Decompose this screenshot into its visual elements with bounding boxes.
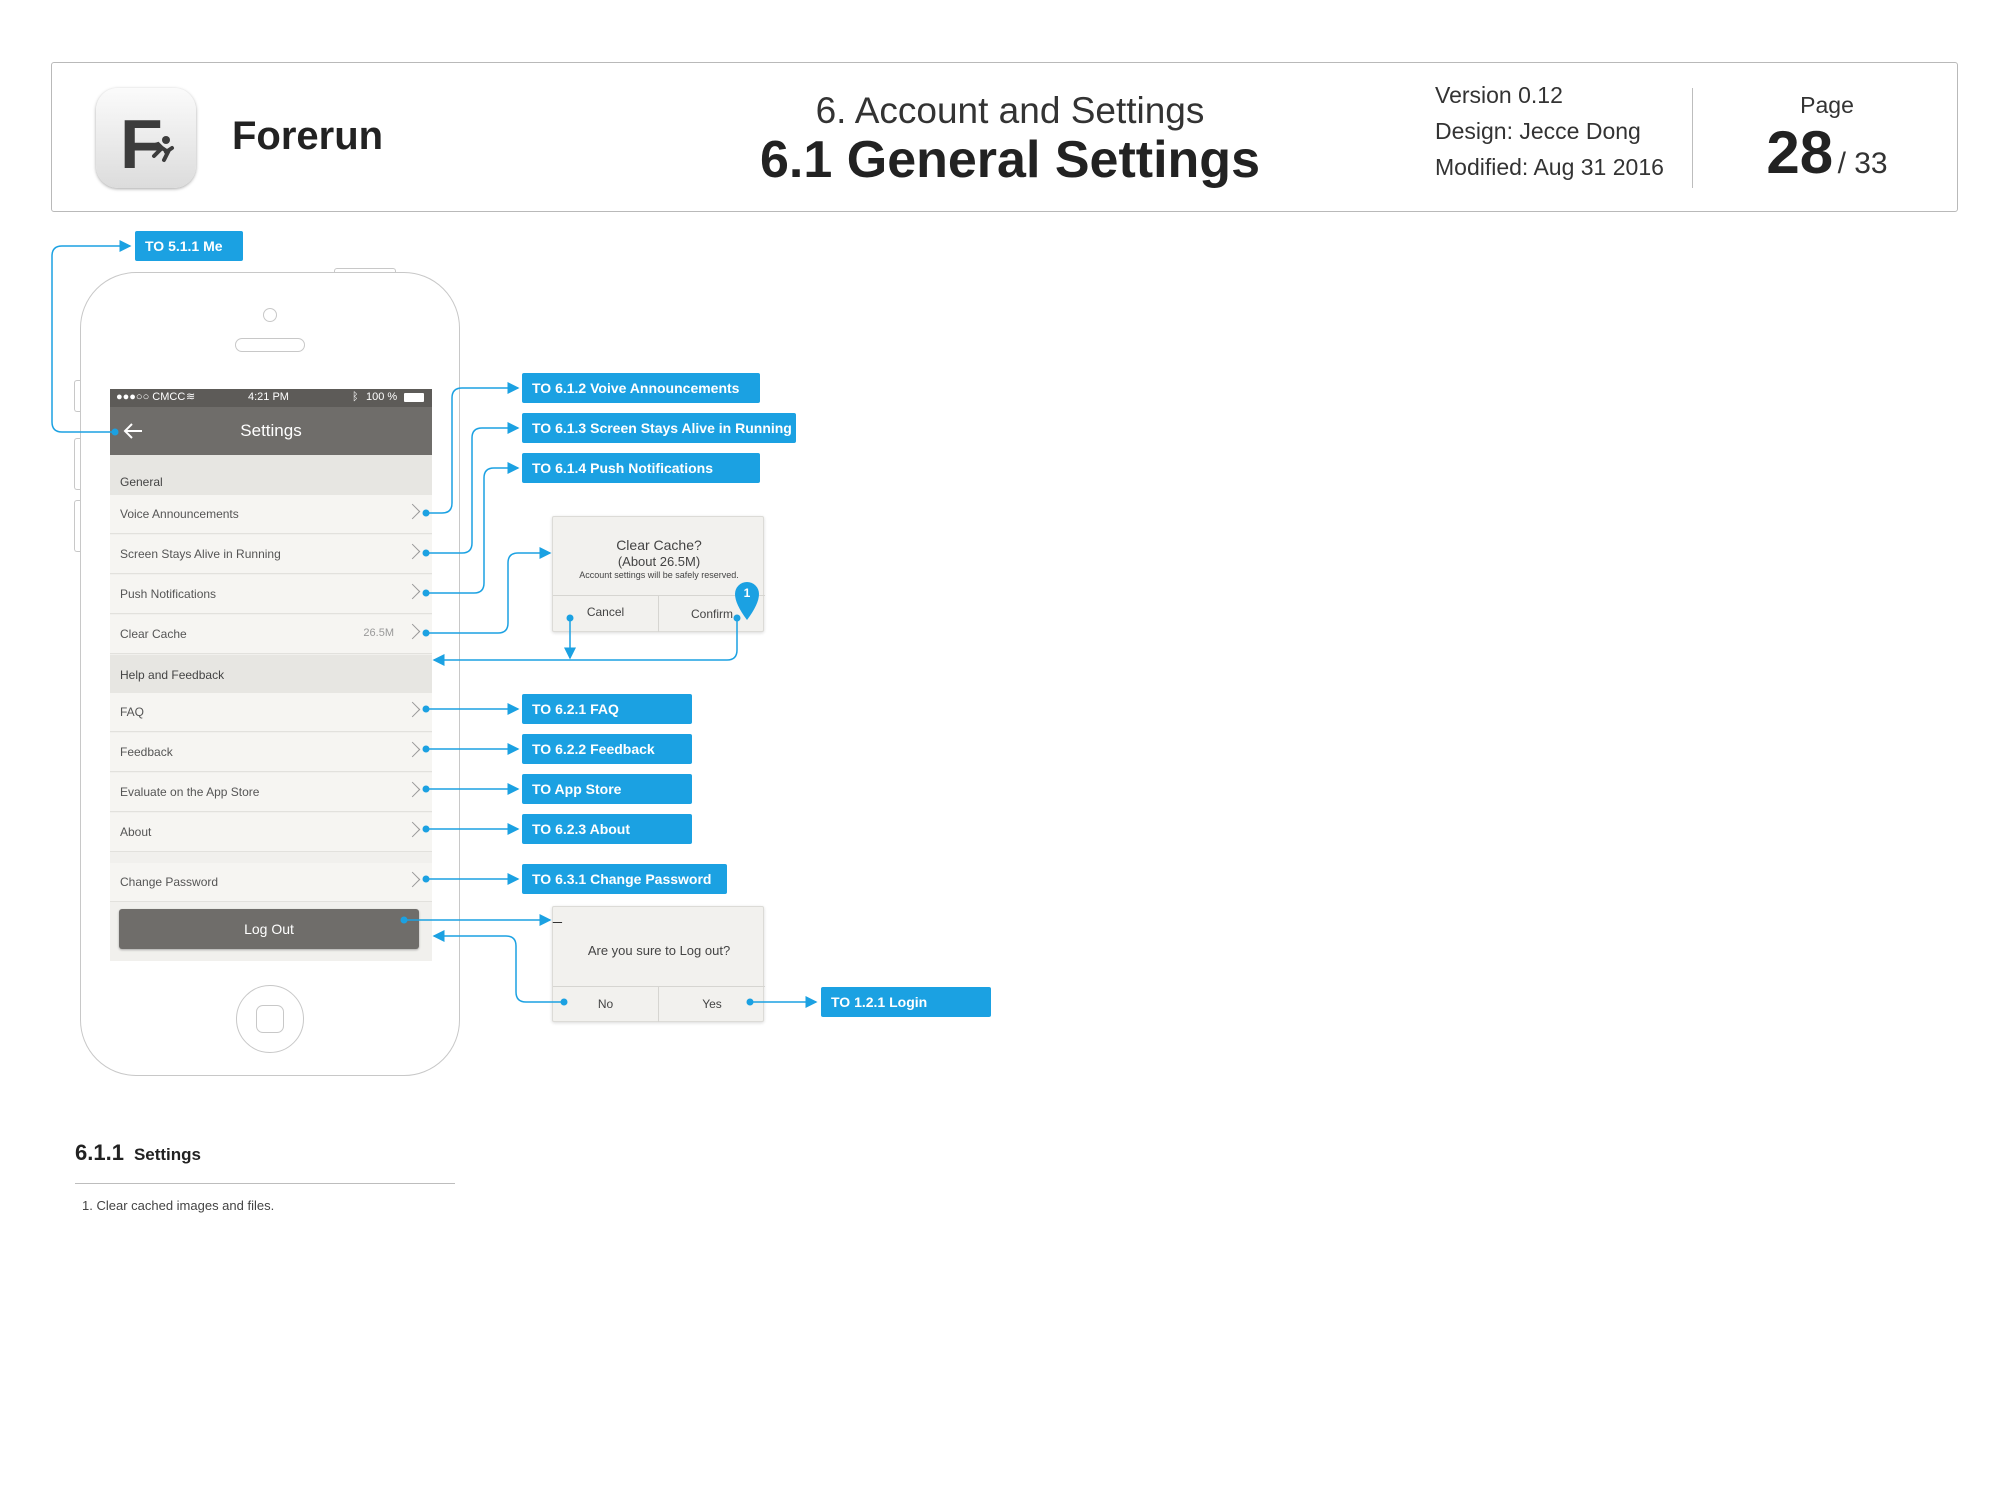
- connector-screen: [426, 422, 520, 554]
- link-tag-push[interactable]: TO 6.1.4 Push Notifications: [522, 453, 760, 483]
- link-tag-me[interactable]: TO 5.1.1 Me: [135, 231, 243, 261]
- notes-divider: [75, 1183, 455, 1184]
- notes-title: Settings: [133, 1145, 201, 1164]
- flow-connectors: [51, 240, 818, 1008]
- connector-confirm: [432, 618, 738, 666]
- link-tag-feedback[interactable]: TO 6.2.2 Feedback: [522, 734, 692, 764]
- annotation-marker-number: 1: [743, 586, 751, 600]
- link-tag-screen[interactable]: TO 6.1.3 Screen Stays Alive in Running: [522, 413, 796, 443]
- link-tag-faq[interactable]: TO 6.2.1 FAQ: [522, 694, 692, 724]
- notes-heading: 6.1.1 Settings: [75, 1140, 201, 1166]
- notes-item: 1. Clear cached images and files.: [82, 1198, 275, 1213]
- notes-number: 6.1.1: [75, 1140, 124, 1165]
- connector-me: [51, 240, 132, 433]
- connector-no: [432, 930, 564, 1003]
- link-tag-change-password[interactable]: TO 6.3.1 Change Password: [522, 864, 727, 894]
- link-tag-login[interactable]: TO 1.2.1 Login: [821, 987, 991, 1017]
- link-tag-appstore[interactable]: TO App Store: [522, 774, 692, 804]
- link-tag-about[interactable]: TO 6.2.3 About: [522, 814, 692, 844]
- link-tag-voice[interactable]: TO 6.1.2 Voive Announcements: [522, 373, 760, 403]
